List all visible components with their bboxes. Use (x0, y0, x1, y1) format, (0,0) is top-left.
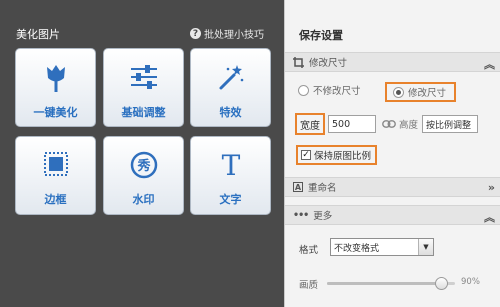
no-resize-radio[interactable]: 不修改尺寸 (298, 83, 361, 97)
keep-ratio-checkbox[interactable]: ✓ 保持原图比例 (296, 145, 378, 165)
width-label-box: 宽度 (295, 113, 325, 135)
watermark-seal-icon: 秀 (130, 151, 157, 179)
section-title: 更多 (313, 211, 333, 222)
frame-button[interactable]: 边框 (15, 136, 96, 215)
quality-slider-thumb[interactable] (435, 277, 449, 290)
help-icon: ? (190, 28, 201, 39)
format-label: 格式 (299, 245, 319, 256)
quality-slider[interactable] (327, 277, 455, 290)
beautify-panel: 美化图片 ? 批处理小技巧 一键美化 基础调整 特效 边框 秀 水印 T 文字 (0, 0, 284, 307)
section-title: 重命名 (308, 183, 337, 194)
magic-wand-icon (219, 65, 243, 90)
section-title: 修改尺寸 (309, 58, 348, 69)
more-section-header[interactable]: ••• 更多 ︽ (285, 205, 500, 225)
sliders-icon (130, 65, 157, 89)
svg-text:T: T (221, 151, 240, 179)
text-button[interactable]: T 文字 (190, 136, 271, 215)
basic-adjust-button[interactable]: 基础调整 (103, 48, 184, 127)
keep-ratio-label: 保持原图比例 (314, 151, 372, 162)
width-input[interactable]: 500 (328, 115, 376, 133)
tool-label: 基础调整 (121, 106, 166, 119)
width-label: 宽度 (300, 120, 320, 132)
expand-chevron-icon[interactable]: » (488, 181, 495, 194)
batch-tips-label: 批处理小技巧 (204, 30, 264, 41)
tool-label: 特效 (219, 106, 242, 119)
tool-label: 水印 (132, 193, 155, 206)
resize-section-header[interactable]: 修改尺寸 ︽ (285, 52, 500, 72)
effects-button[interactable]: 特效 (190, 48, 271, 127)
quality-slider-fill (327, 282, 443, 285)
collapse-chevron-icon[interactable]: ︽ (484, 209, 495, 225)
svg-text:A: A (295, 183, 302, 192)
rename-section-header[interactable]: A 重命名 » (285, 177, 500, 197)
more-dots-icon: ••• (293, 209, 309, 221)
format-select[interactable]: 不改变格式 ▼ (330, 238, 434, 256)
rename-icon: A (293, 182, 303, 192)
radio-circle-selected (393, 86, 404, 98)
resize-radio[interactable]: 修改尺寸 (385, 82, 457, 102)
tool-label: 边框 (44, 193, 67, 206)
watermark-button[interactable]: 秀 水印 (103, 136, 184, 215)
radio-label: 不修改尺寸 (313, 86, 361, 97)
dropdown-arrow-icon[interactable]: ▼ (418, 239, 433, 255)
format-select-value: 不改变格式 (334, 243, 380, 254)
radio-label: 修改尺寸 (408, 88, 447, 99)
radio-circle (298, 84, 309, 96)
crop-icon (293, 56, 304, 68)
save-settings-panel: 保存设置 修改尺寸 ︽ 不修改尺寸 修改尺寸 宽度 500 高度 按比例调整 ✓… (284, 0, 500, 307)
dimension-row: 宽度 500 高度 按比例调整 (295, 113, 479, 135)
quality-value: 90% (461, 277, 480, 287)
text-t-icon: T (221, 151, 240, 179)
tulip-icon (46, 65, 65, 92)
quality-label: 画质 (299, 280, 319, 291)
svg-text:秀: 秀 (136, 158, 151, 174)
one-click-beautify-button[interactable]: 一键美化 (15, 48, 96, 127)
tool-label: 文字 (219, 193, 242, 206)
height-label: 高度 (399, 120, 419, 131)
frame-icon (43, 152, 68, 176)
link-icon[interactable] (382, 120, 396, 128)
collapse-chevron-icon[interactable]: ︽ (484, 56, 495, 72)
tool-label: 一键美化 (33, 106, 78, 119)
batch-tips-link[interactable]: ? 批处理小技巧 (190, 26, 264, 41)
checkbox-checked: ✓ (301, 150, 311, 160)
beautify-panel-title: 美化图片 (16, 28, 60, 41)
save-settings-title: 保存设置 (299, 29, 343, 42)
height-input[interactable]: 按比例调整 (422, 115, 479, 133)
